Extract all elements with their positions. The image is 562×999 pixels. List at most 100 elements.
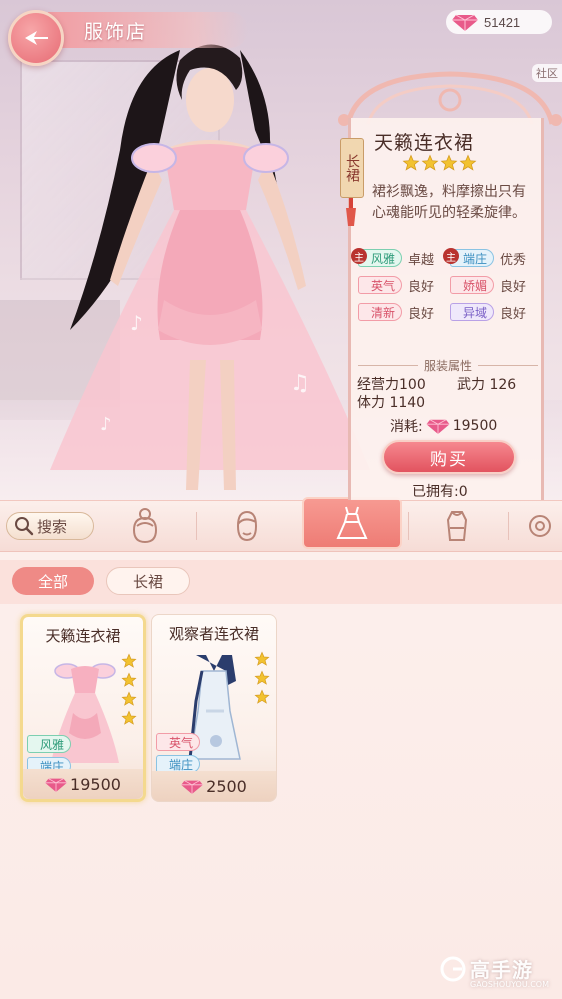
star-icon xyxy=(121,710,137,725)
star-icon xyxy=(254,670,270,685)
face-icon xyxy=(236,510,258,542)
tassel-decoration xyxy=(346,198,356,226)
buy-button[interactable]: 购买 xyxy=(382,440,516,474)
attribute-item: 异域 良好 xyxy=(450,303,542,322)
attribute-item: 娇媚 良好 xyxy=(450,276,542,295)
gem-icon xyxy=(426,419,450,434)
stats-row: 经营力100 武力 126 xyxy=(357,376,516,394)
card-tags: 英气 端庄 xyxy=(156,733,201,773)
price-value: 2500 xyxy=(206,776,247,796)
hairstyle-icon xyxy=(132,508,158,544)
accessory-icon xyxy=(529,515,551,537)
attribute-item: 风雅 卓越 xyxy=(350,248,450,268)
attribute-row: 风雅 卓越 端庄 优秀 xyxy=(350,246,544,270)
tab-dress[interactable] xyxy=(302,497,402,549)
force-value: 126 xyxy=(489,377,517,393)
community-button[interactable]: 社区 xyxy=(532,64,562,82)
panel-arch-decoration xyxy=(338,71,562,126)
business-value: 100 xyxy=(399,377,426,393)
star-icon xyxy=(440,154,458,171)
search-label: 搜索 xyxy=(37,517,68,536)
attribute-grade: 良好 xyxy=(500,306,527,322)
page-title-bar: 服饰店 xyxy=(48,12,248,48)
clothes-icon xyxy=(446,511,468,541)
back-button[interactable] xyxy=(8,10,64,66)
star-icon xyxy=(254,651,270,666)
back-arrow-icon xyxy=(25,31,48,45)
filter-dress-button[interactable]: 长裙 xyxy=(106,567,190,595)
attribute-grade: 良好 xyxy=(500,279,527,295)
item-card-tianlai[interactable]: 天籁连衣裙 风雅 端庄 19500 xyxy=(20,614,146,802)
style-tag: 英气 xyxy=(156,733,201,751)
section-title: 服装属性 xyxy=(358,357,538,374)
search-button[interactable]: 搜索 xyxy=(6,512,94,540)
gem-counter[interactable]: 51421 xyxy=(446,10,552,34)
watermark-logo-icon xyxy=(440,956,466,981)
item-name: 天籁连衣裙 xyxy=(374,132,475,154)
item-description: 裙衫飘逸，料摩擦出只有心魂能听见的轻柔旋律。 xyxy=(372,184,526,221)
gem-icon xyxy=(45,777,67,792)
star-icon xyxy=(121,672,137,687)
star-icon xyxy=(459,154,477,171)
attribute-grade: 优秀 xyxy=(500,252,527,268)
tab-face[interactable] xyxy=(200,500,294,552)
card-stars xyxy=(254,651,270,705)
star-icon xyxy=(402,154,420,171)
attribute-grade: 良好 xyxy=(408,279,435,295)
card-stars xyxy=(121,653,137,726)
force-label: 武力 xyxy=(457,377,485,393)
card-price: 2500 xyxy=(152,771,276,801)
attribute-row: 清新 良好 异域 良好 xyxy=(358,300,544,324)
style-attributes: 风雅 卓越 端庄 优秀 英气 良好 娇媚 良好 清新 良好 异域 良好 xyxy=(350,246,544,327)
attribute-chip: 端庄 xyxy=(442,248,495,267)
attribute-grade: 卓越 xyxy=(408,252,435,268)
price-value: 19500 xyxy=(70,774,121,794)
tab-clothes[interactable] xyxy=(410,500,504,552)
business-stat: 经营力100 xyxy=(357,376,457,394)
attribute-item: 端庄 优秀 xyxy=(442,248,542,268)
stamina-label: 体力 xyxy=(357,395,385,411)
attribute-item: 英气 良好 xyxy=(358,276,450,295)
filter-all-button[interactable]: 全部 xyxy=(12,567,94,595)
attribute-item: 清新 良好 xyxy=(358,303,450,322)
gem-icon xyxy=(181,779,203,794)
style-tag: 风雅 xyxy=(27,735,72,753)
star-icon xyxy=(421,154,439,171)
search-icon xyxy=(15,517,34,536)
dress-icon xyxy=(336,506,368,539)
star-icon xyxy=(121,653,137,668)
attribute-chip: 异域 xyxy=(450,303,495,321)
attribute-chip: 娇媚 xyxy=(450,276,495,294)
stats-row: 体力 1140 xyxy=(357,394,516,412)
stamina-stat: 体力 1140 xyxy=(357,394,425,412)
watermark: 高手游 GAOSHOUYOU.COM xyxy=(440,954,549,989)
owned-count: 已拥有:0 xyxy=(412,484,468,500)
cost-display: 消耗: 19500 xyxy=(390,416,497,436)
attribute-chip: 英气 xyxy=(358,276,403,294)
tab-accessory[interactable] xyxy=(512,500,562,552)
section-title-text: 服装属性 xyxy=(424,359,473,373)
character-model: ♪ ♫ ♪ xyxy=(50,44,370,490)
svg-text:♪: ♪ xyxy=(130,311,143,335)
item-card-observer[interactable]: 观察者连衣裙 英气 端庄 2500 xyxy=(151,614,277,802)
cost-label: 消耗: xyxy=(390,419,423,435)
tab-hairstyle[interactable] xyxy=(98,500,192,552)
card-name: 观察者连衣裙 xyxy=(168,625,259,643)
force-stat: 武力 126 xyxy=(457,376,516,394)
watermark-domain: GAOSHOUYOU.COM xyxy=(470,980,550,989)
tab-separator xyxy=(196,512,197,540)
business-label: 经营力 xyxy=(357,377,399,393)
star-icon xyxy=(254,689,270,704)
tab-separator xyxy=(408,512,409,540)
stamina-value: 1140 xyxy=(389,395,426,411)
svg-text:♪: ♪ xyxy=(100,414,112,435)
item-stats: 经营力100 武力 126 体力 1140 xyxy=(357,376,516,412)
gem-icon xyxy=(452,14,478,31)
category-tag: 长裙 xyxy=(340,138,364,198)
star-icon xyxy=(121,691,137,706)
attribute-row: 英气 良好 娇媚 良好 xyxy=(358,273,544,297)
gem-count: 51421 xyxy=(484,14,521,30)
svg-text:♫: ♫ xyxy=(290,371,310,396)
page-title: 服饰店 xyxy=(84,20,148,43)
card-name: 天籁连衣裙 xyxy=(45,627,121,645)
